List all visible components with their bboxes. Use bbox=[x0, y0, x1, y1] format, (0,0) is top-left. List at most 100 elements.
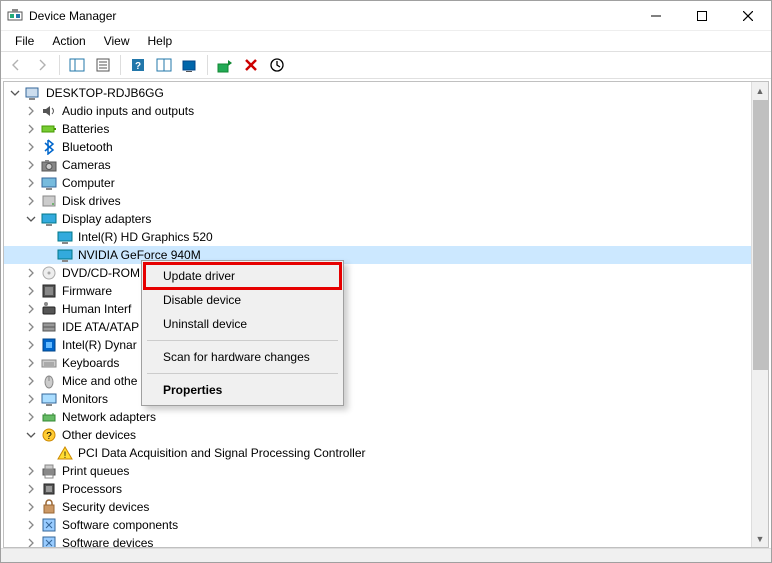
action-button[interactable] bbox=[153, 54, 175, 76]
maximize-button[interactable] bbox=[679, 1, 725, 31]
expand-glyph[interactable] bbox=[24, 320, 38, 334]
collapse-glyph[interactable] bbox=[8, 86, 22, 100]
uninstall-device-button[interactable] bbox=[240, 54, 262, 76]
expand-glyph[interactable] bbox=[24, 140, 38, 154]
tree-category[interactable]: Audio inputs and outputs bbox=[4, 102, 768, 120]
disable-device-button[interactable] bbox=[266, 54, 288, 76]
tree-root[interactable]: DESKTOP-RDJB6GG bbox=[4, 84, 768, 102]
properties-button[interactable] bbox=[92, 54, 114, 76]
category-label: DVD/CD-ROM bbox=[60, 266, 140, 280]
tree-category[interactable]: Batteries bbox=[4, 120, 768, 138]
tree-category[interactable]: Network adapters bbox=[4, 408, 768, 426]
expand-glyph[interactable] bbox=[24, 356, 38, 370]
display-icon bbox=[57, 229, 73, 245]
tree-category[interactable]: DVD/CD-ROM bbox=[4, 264, 768, 282]
expand-glyph[interactable] bbox=[24, 338, 38, 352]
category-label: Bluetooth bbox=[60, 140, 113, 154]
collapse-glyph[interactable] bbox=[24, 212, 38, 226]
expand-glyph[interactable] bbox=[24, 536, 38, 547]
expand-glyph[interactable] bbox=[24, 122, 38, 136]
scroll-up-arrow[interactable]: ▲ bbox=[752, 82, 769, 99]
context-item[interactable]: Update driver bbox=[145, 264, 340, 288]
expand-glyph[interactable] bbox=[24, 500, 38, 514]
tree-device[interactable]: NVIDIA GeForce 940M bbox=[4, 246, 768, 264]
back-button[interactable] bbox=[5, 54, 27, 76]
display-icon bbox=[41, 211, 57, 227]
tree-category[interactable]: Print queues bbox=[4, 462, 768, 480]
tree-category[interactable]: Disk drives bbox=[4, 192, 768, 210]
svg-text:?: ? bbox=[135, 61, 141, 72]
tree-device[interactable]: !PCI Data Acquisition and Signal Process… bbox=[4, 444, 768, 462]
category-label: Software components bbox=[60, 518, 178, 532]
minimize-button[interactable] bbox=[633, 1, 679, 31]
svg-text:!: ! bbox=[64, 450, 67, 460]
tree-category[interactable]: Software components bbox=[4, 516, 768, 534]
scroll-down-arrow[interactable]: ▼ bbox=[752, 530, 769, 547]
menu-action[interactable]: Action bbox=[44, 32, 93, 50]
vertical-scrollbar[interactable]: ▲ ▼ bbox=[751, 82, 768, 547]
expand-glyph[interactable] bbox=[24, 410, 38, 424]
svg-text:?: ? bbox=[46, 431, 52, 442]
scroll-thumb[interactable] bbox=[753, 100, 768, 370]
dvd-icon bbox=[41, 265, 57, 281]
category-label: Mice and othe bbox=[60, 374, 137, 388]
tree-device[interactable]: Intel(R) HD Graphics 520 bbox=[4, 228, 768, 246]
tree-category[interactable]: Human Interf bbox=[4, 300, 768, 318]
category-label: Batteries bbox=[60, 122, 109, 136]
expand-glyph[interactable] bbox=[24, 518, 38, 532]
printer-icon bbox=[41, 463, 57, 479]
expand-glyph[interactable] bbox=[24, 266, 38, 280]
tree-category[interactable]: Processors bbox=[4, 480, 768, 498]
context-item[interactable]: Properties bbox=[145, 378, 340, 402]
category-label: IDE ATA/ATAP bbox=[60, 320, 139, 334]
category-label: Computer bbox=[60, 176, 115, 190]
device-tree[interactable]: DESKTOP-RDJB6GGAudio inputs and outputs B… bbox=[4, 82, 768, 547]
expand-glyph[interactable] bbox=[24, 194, 38, 208]
tree-category[interactable]: Mice and othe bbox=[4, 372, 768, 390]
tree-category[interactable]: Firmware bbox=[4, 282, 768, 300]
tree-category[interactable]: Computer bbox=[4, 174, 768, 192]
app-icon bbox=[7, 8, 23, 24]
category-label: Monitors bbox=[60, 392, 108, 406]
tree-category[interactable]: Security devices bbox=[4, 498, 768, 516]
expand-glyph[interactable] bbox=[24, 392, 38, 406]
context-item[interactable]: Uninstall device bbox=[145, 312, 340, 336]
forward-button[interactable] bbox=[31, 54, 53, 76]
display-icon bbox=[57, 247, 73, 263]
tree-category[interactable]: Software devices bbox=[4, 534, 768, 547]
show-hide-console-button[interactable] bbox=[66, 54, 88, 76]
expand-glyph[interactable] bbox=[24, 464, 38, 478]
expand-glyph[interactable] bbox=[24, 176, 38, 190]
tree-category[interactable]: Keyboards bbox=[4, 354, 768, 372]
expand-glyph[interactable] bbox=[24, 374, 38, 388]
expand-glyph[interactable] bbox=[24, 284, 38, 298]
tree-category[interactable]: Intel(R) Dynar bbox=[4, 336, 768, 354]
toolbar: ? bbox=[1, 51, 771, 79]
expand-glyph[interactable] bbox=[24, 104, 38, 118]
context-item[interactable]: Disable device bbox=[145, 288, 340, 312]
tree-category[interactable]: Display adapters bbox=[4, 210, 768, 228]
scan-hardware-button[interactable] bbox=[179, 54, 201, 76]
expand-glyph[interactable] bbox=[24, 302, 38, 316]
category-label: Network adapters bbox=[60, 410, 156, 424]
update-driver-button[interactable] bbox=[214, 54, 236, 76]
tree-category[interactable]: ? Other devices bbox=[4, 426, 768, 444]
menu-file[interactable]: File bbox=[7, 32, 42, 50]
tree-category[interactable]: Bluetooth bbox=[4, 138, 768, 156]
tree-category[interactable]: Monitors bbox=[4, 390, 768, 408]
ide-icon bbox=[41, 319, 57, 335]
context-item[interactable]: Scan for hardware changes bbox=[145, 345, 340, 369]
tree-category[interactable]: IDE ATA/ATAP bbox=[4, 318, 768, 336]
category-label: Other devices bbox=[60, 428, 136, 442]
help-button[interactable]: ? bbox=[127, 54, 149, 76]
category-label: Security devices bbox=[60, 500, 149, 514]
collapse-glyph[interactable] bbox=[24, 428, 38, 442]
tree-category[interactable]: Cameras bbox=[4, 156, 768, 174]
network-icon bbox=[41, 409, 57, 425]
close-button[interactable] bbox=[725, 1, 771, 31]
expand-glyph[interactable] bbox=[24, 482, 38, 496]
content-area: DESKTOP-RDJB6GGAudio inputs and outputs B… bbox=[3, 81, 769, 548]
menu-help[interactable]: Help bbox=[140, 32, 181, 50]
expand-glyph[interactable] bbox=[24, 158, 38, 172]
menu-view[interactable]: View bbox=[96, 32, 138, 50]
